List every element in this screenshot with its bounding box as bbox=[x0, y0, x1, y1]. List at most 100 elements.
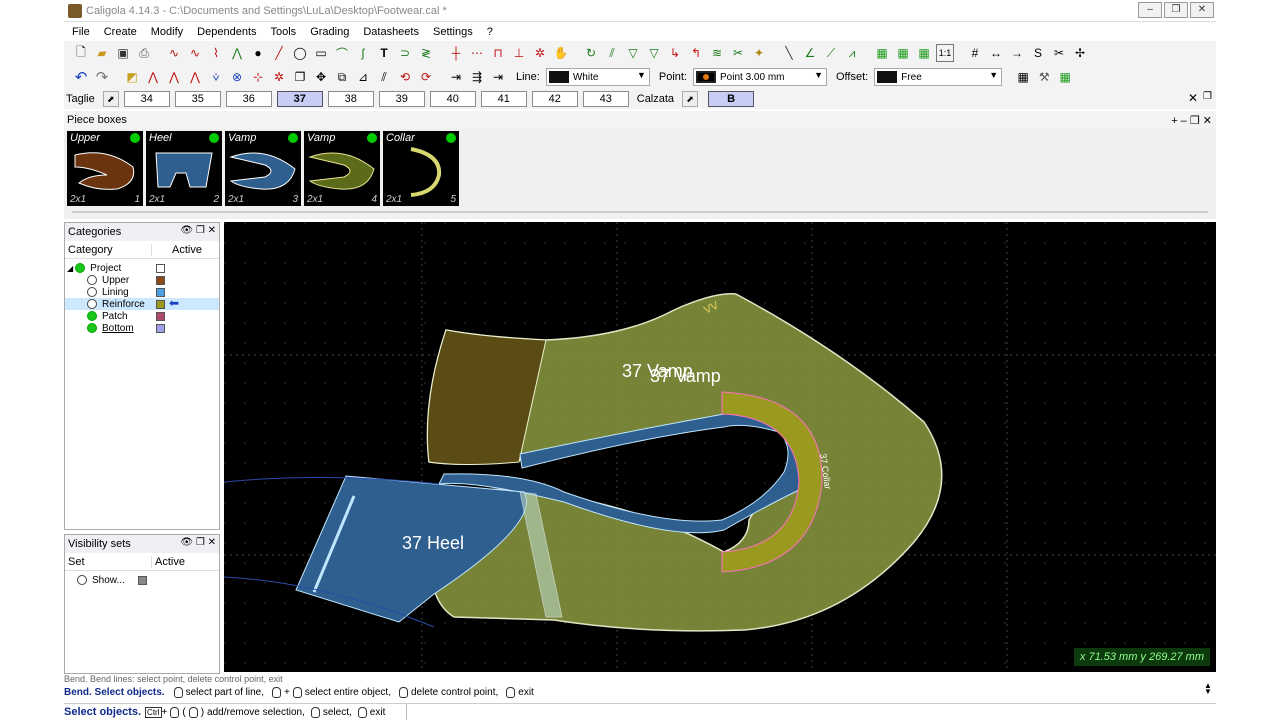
align-icon[interactable]: ⊿ bbox=[354, 68, 372, 86]
size-button[interactable]: 34 bbox=[123, 91, 170, 107]
active-radio[interactable] bbox=[87, 299, 97, 309]
export-list-icon[interactable]: ⇶ bbox=[468, 68, 486, 86]
offset-icon[interactable]: ↻ bbox=[582, 44, 600, 62]
text-tool-icon[interactable]: T bbox=[375, 44, 393, 62]
move-cross-icon[interactable]: ✥ bbox=[312, 68, 330, 86]
corner-icon[interactable]: ↳ bbox=[666, 44, 684, 62]
rotate-icon[interactable]: ⟲ bbox=[396, 68, 414, 86]
split-icon[interactable]: ⊹ bbox=[249, 68, 267, 86]
horizontal-arrows-icon[interactable]: ↔ bbox=[987, 44, 1005, 62]
bend-icon[interactable]: ⋀ bbox=[186, 68, 204, 86]
size-button[interactable]: 43 bbox=[582, 91, 629, 107]
print-icon[interactable]: ⎙ bbox=[135, 44, 153, 62]
menu-file[interactable]: File bbox=[72, 26, 90, 38]
skew-icon[interactable]: ⫽ bbox=[375, 68, 393, 86]
rotate2-icon[interactable]: ⟳ bbox=[417, 68, 435, 86]
category-row-lining[interactable]: Lining bbox=[65, 286, 219, 298]
export-icon[interactable]: ⇥ bbox=[447, 68, 465, 86]
menu-tools[interactable]: Tools bbox=[271, 26, 297, 38]
measure-icon[interactable]: ╲ bbox=[780, 44, 798, 62]
calzata-picker-icon[interactable]: ⬈ bbox=[682, 91, 699, 107]
line-style-select[interactable]: White ▼ bbox=[545, 68, 650, 86]
trim-icon[interactable]: ✂ bbox=[729, 44, 747, 62]
eraser-icon[interactable]: ◩ bbox=[123, 68, 141, 86]
category-row-bottom[interactable]: Bottom bbox=[65, 322, 219, 334]
s-curve-icon[interactable]: S bbox=[1029, 44, 1047, 62]
piece-box-collar[interactable]: Collar 2x1 5 bbox=[383, 131, 459, 206]
cut-icon[interactable]: ✲ bbox=[270, 68, 288, 86]
visibility-set-row[interactable]: Show... bbox=[65, 574, 219, 586]
grid-green2-icon[interactable]: ▦ bbox=[894, 44, 912, 62]
status-scroll-arrows[interactable]: ▲ ▼ bbox=[1204, 682, 1212, 696]
zigzag-tool-icon[interactable]: ≷ bbox=[417, 44, 435, 62]
restore-icon[interactable]: ❐ bbox=[1164, 2, 1188, 18]
peak2-icon[interactable]: ⋀ bbox=[165, 68, 183, 86]
circle-tool-icon[interactable]: ◯ bbox=[291, 44, 309, 62]
dash-line-icon[interactable]: ┼ bbox=[447, 44, 465, 62]
menu-create[interactable]: Create bbox=[104, 26, 137, 38]
hand-tool-icon[interactable]: ✋ bbox=[552, 44, 570, 62]
size-button[interactable]: 38 bbox=[327, 91, 374, 107]
size-button[interactable]: 42 bbox=[531, 91, 578, 107]
scissors-icon[interactable]: ✂ bbox=[1050, 44, 1068, 62]
close-icon[interactable]: ✕ bbox=[1190, 2, 1214, 18]
piece-boxes-scrollbar[interactable] bbox=[64, 207, 1216, 217]
parallel-icon[interactable]: ⫽ bbox=[603, 44, 621, 62]
panel-controls[interactable]: 👁 ❐ ✕ bbox=[180, 537, 216, 548]
panel-controls[interactable]: 👁 ❐ ✕ bbox=[180, 225, 216, 236]
duplicate-icon[interactable]: ⧉ bbox=[333, 68, 351, 86]
scale-1-1-icon[interactable]: 1:1 bbox=[936, 44, 954, 62]
piece-box-vamp-green[interactable]: Vamp 2x1 4 bbox=[304, 131, 380, 206]
triangle-down-icon[interactable]: ▽ bbox=[624, 44, 642, 62]
flip-icon[interactable]: ⩒ bbox=[207, 68, 225, 86]
tangent-icon[interactable]: ⟋ bbox=[822, 44, 840, 62]
piece-box-heel[interactable]: Heel 2x1 2 bbox=[146, 131, 222, 206]
dot-line-icon[interactable]: ⋯ bbox=[468, 44, 486, 62]
piece-box-upper[interactable]: Upper 2x1 1 bbox=[67, 131, 143, 206]
size-picker-icon[interactable]: ⬈ bbox=[102, 91, 119, 107]
arrow-right-line-icon[interactable]: → bbox=[1008, 44, 1026, 62]
calzata-button[interactable]: B bbox=[708, 91, 755, 107]
wave-icon[interactable]: ≋ bbox=[708, 44, 726, 62]
spline-icon[interactable]: ⌇ bbox=[207, 44, 225, 62]
curve-point-icon[interactable]: ∿ bbox=[186, 44, 204, 62]
open-folder-icon[interactable]: ▰ bbox=[93, 44, 111, 62]
seam-icon[interactable]: ⊥ bbox=[510, 44, 528, 62]
active-radio[interactable] bbox=[77, 575, 87, 585]
rectangle-tool-icon[interactable]: ▭ bbox=[312, 44, 330, 62]
category-row-project[interactable]: ◢ Project bbox=[65, 262, 219, 274]
menu-grading[interactable]: Grading bbox=[310, 26, 349, 38]
mirror-tool-icon[interactable]: ʃ bbox=[354, 44, 372, 62]
size-button[interactable]: 41 bbox=[480, 91, 527, 107]
collapse-icon[interactable]: ◢ bbox=[67, 264, 73, 273]
piece-box-vamp-blue[interactable]: Vamp 2x1 3 bbox=[225, 131, 301, 206]
arc-tool-icon[interactable]: ⌒ bbox=[333, 44, 351, 62]
piece-box-controls[interactable]: + – ❐ ✕ bbox=[1171, 114, 1212, 127]
offset-select[interactable]: Free ▼ bbox=[874, 68, 1003, 86]
menu-help[interactable]: ? bbox=[487, 26, 493, 38]
active-radio[interactable] bbox=[87, 323, 97, 333]
undo-icon[interactable]: ↶ bbox=[72, 68, 90, 86]
grid-icon[interactable]: # bbox=[966, 44, 984, 62]
menu-datasheets[interactable]: Datasheets bbox=[363, 26, 419, 38]
notch-icon[interactable]: ⊓ bbox=[489, 44, 507, 62]
point-icon[interactable]: ● bbox=[249, 44, 267, 62]
export-all-icon[interactable]: ⇥ bbox=[489, 68, 507, 86]
active-radio[interactable] bbox=[87, 311, 97, 321]
triangle-down2-icon[interactable]: ▽ bbox=[645, 44, 663, 62]
save-icon[interactable]: ▣ bbox=[114, 44, 132, 62]
hammer-icon[interactable]: ⚒ bbox=[1035, 68, 1053, 86]
active-radio[interactable] bbox=[87, 287, 97, 297]
point-style-select[interactable]: Point 3.00 mm ▼ bbox=[693, 68, 827, 86]
redo-icon[interactable]: ↷ bbox=[93, 68, 111, 86]
copy-icon[interactable]: ❐ bbox=[291, 68, 309, 86]
close-icon[interactable]: ✕ bbox=[1188, 91, 1198, 105]
link-icon[interactable]: ⊗ bbox=[228, 68, 246, 86]
category-row-patch[interactable]: Patch bbox=[65, 310, 219, 322]
stamp-icon[interactable]: ✦ bbox=[750, 44, 768, 62]
grid-green1-icon[interactable]: ▦ bbox=[873, 44, 891, 62]
pattern-icon[interactable]: ⩘ bbox=[843, 44, 861, 62]
curve-tool-icon[interactable]: ∿ bbox=[165, 44, 183, 62]
drawing-canvas[interactable]: VV 37 Vamp 37 Vamp 37 Heel 37 Collar x 7… bbox=[224, 222, 1216, 672]
category-row-upper[interactable]: Upper bbox=[65, 274, 219, 286]
